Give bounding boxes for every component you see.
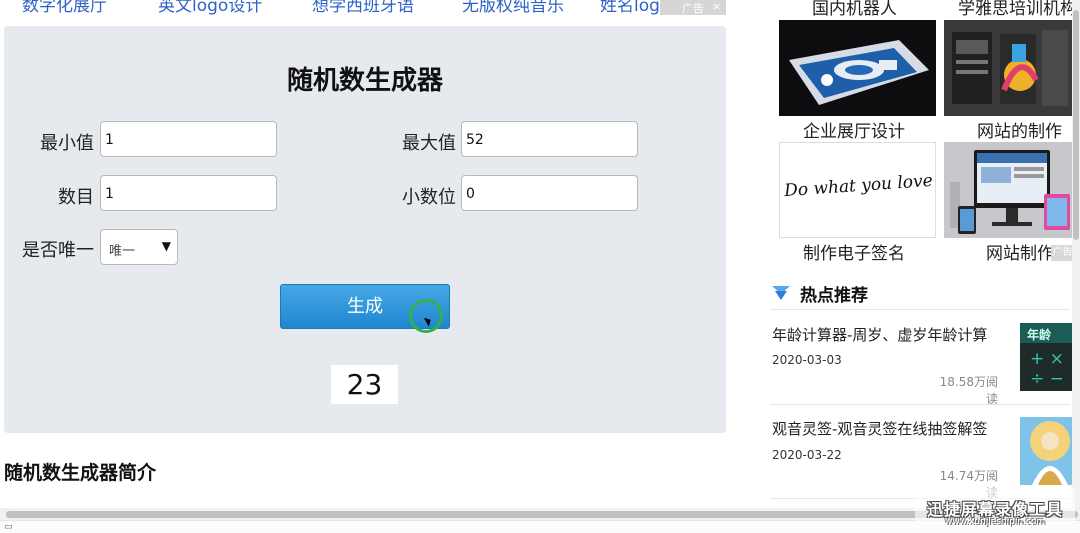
max-input[interactable]: 52	[461, 121, 638, 157]
article-thumb-1-text: 年龄	[1020, 323, 1080, 343]
hot-section-title: 热点推荐	[800, 286, 868, 306]
article-reads-1: 18.58万阅读	[939, 375, 998, 406]
calculator-symbols-icon: + × ÷ −	[1030, 349, 1064, 389]
intro-heading: 随机数生成器简介	[4, 462, 157, 484]
tile-image-signature[interactable]: Do what you love	[779, 142, 936, 238]
right-sidebar: 国内机器人 学雅思培训机构 企业展厅设计 网站的制作 Do what you l…	[770, 0, 1080, 533]
article-date-2: 2020-03-22	[772, 448, 842, 462]
hot-chevron-icon	[772, 286, 790, 300]
nav-link-spanish[interactable]: 想学西班牙语	[312, 0, 414, 16]
article-date-1: 2020-03-03	[772, 353, 842, 367]
tile-image-exhibition[interactable]	[779, 20, 936, 116]
tile-caption-3[interactable]: 制作电子签名	[803, 239, 905, 264]
divider	[770, 404, 1070, 405]
article-title-2[interactable]: 观音灵签-观音灵签在线抽签解签	[772, 418, 987, 439]
top-caption-robot[interactable]: 国内机器人	[812, 0, 897, 19]
min-label: 最小值	[40, 133, 94, 154]
divider	[770, 309, 1070, 310]
tile-caption-4[interactable]: 网站制作	[986, 239, 1054, 264]
min-input[interactable]: 1	[100, 121, 277, 157]
count-input[interactable]: 1	[100, 175, 277, 211]
nav-link-exhibition[interactable]: 数字化展厅	[22, 0, 107, 16]
vertical-scrollbar[interactable]	[1072, 0, 1080, 508]
tile-image-website-make[interactable]	[944, 142, 1080, 238]
ad-label: 广告	[682, 2, 704, 15]
unique-label: 是否唯一	[22, 240, 94, 261]
random-generator-panel: 随机数生成器 最小值 1 最大值 52 数目 1 小数位 0 是否唯一 唯一 ▼…	[4, 26, 726, 433]
tile-image-website-design[interactable]	[944, 20, 1080, 116]
result-value: 23	[331, 365, 398, 404]
unique-select[interactable]: 唯一 ▼	[100, 229, 178, 265]
page-title: 随机数生成器	[286, 66, 443, 96]
ad-close-icon[interactable]: ×	[712, 0, 721, 13]
dropdown-arrow-icon: ▼	[161, 239, 171, 253]
top-nav: 数字化展厅 英文logo设计 想学西班牙语 无版权纯音乐 姓名logo设计	[0, 0, 740, 16]
article-thumb-1[interactable]: 年龄 + × ÷ −	[1020, 323, 1080, 391]
decimals-label: 小数位	[402, 187, 456, 208]
tile-caption-2[interactable]: 网站的制作	[977, 117, 1062, 142]
top-caption-ielts[interactable]: 学雅思培训机构	[958, 0, 1077, 19]
ad-tag: 广告 ×	[660, 0, 726, 15]
recorder-watermark: 迅捷屏幕录像工具 www.xunjieshipin.com	[915, 488, 1075, 530]
tile-ad-tag: 广告	[1051, 245, 1074, 261]
decimals-input[interactable]: 0	[461, 175, 638, 211]
status-icon: ▭	[4, 522, 13, 532]
article-title-1[interactable]: 年龄计算器-周岁、虚岁年龄计算	[772, 324, 987, 345]
watermark-url: www.xunjieshipin.com	[944, 517, 1046, 527]
vertical-scrollbar-thumb[interactable]	[1073, 10, 1079, 240]
count-label: 数目	[58, 187, 94, 208]
signature-text: Do what you love	[783, 170, 934, 202]
unique-select-value: 唯一	[109, 244, 136, 259]
nav-link-music[interactable]: 无版权纯音乐	[462, 0, 564, 16]
tile-caption-1[interactable]: 企业展厅设计	[803, 117, 905, 142]
max-label: 最大值	[402, 133, 456, 154]
article-thumb-2[interactable]	[1020, 417, 1080, 485]
nav-link-english-logo[interactable]: 英文logo设计	[158, 0, 262, 16]
